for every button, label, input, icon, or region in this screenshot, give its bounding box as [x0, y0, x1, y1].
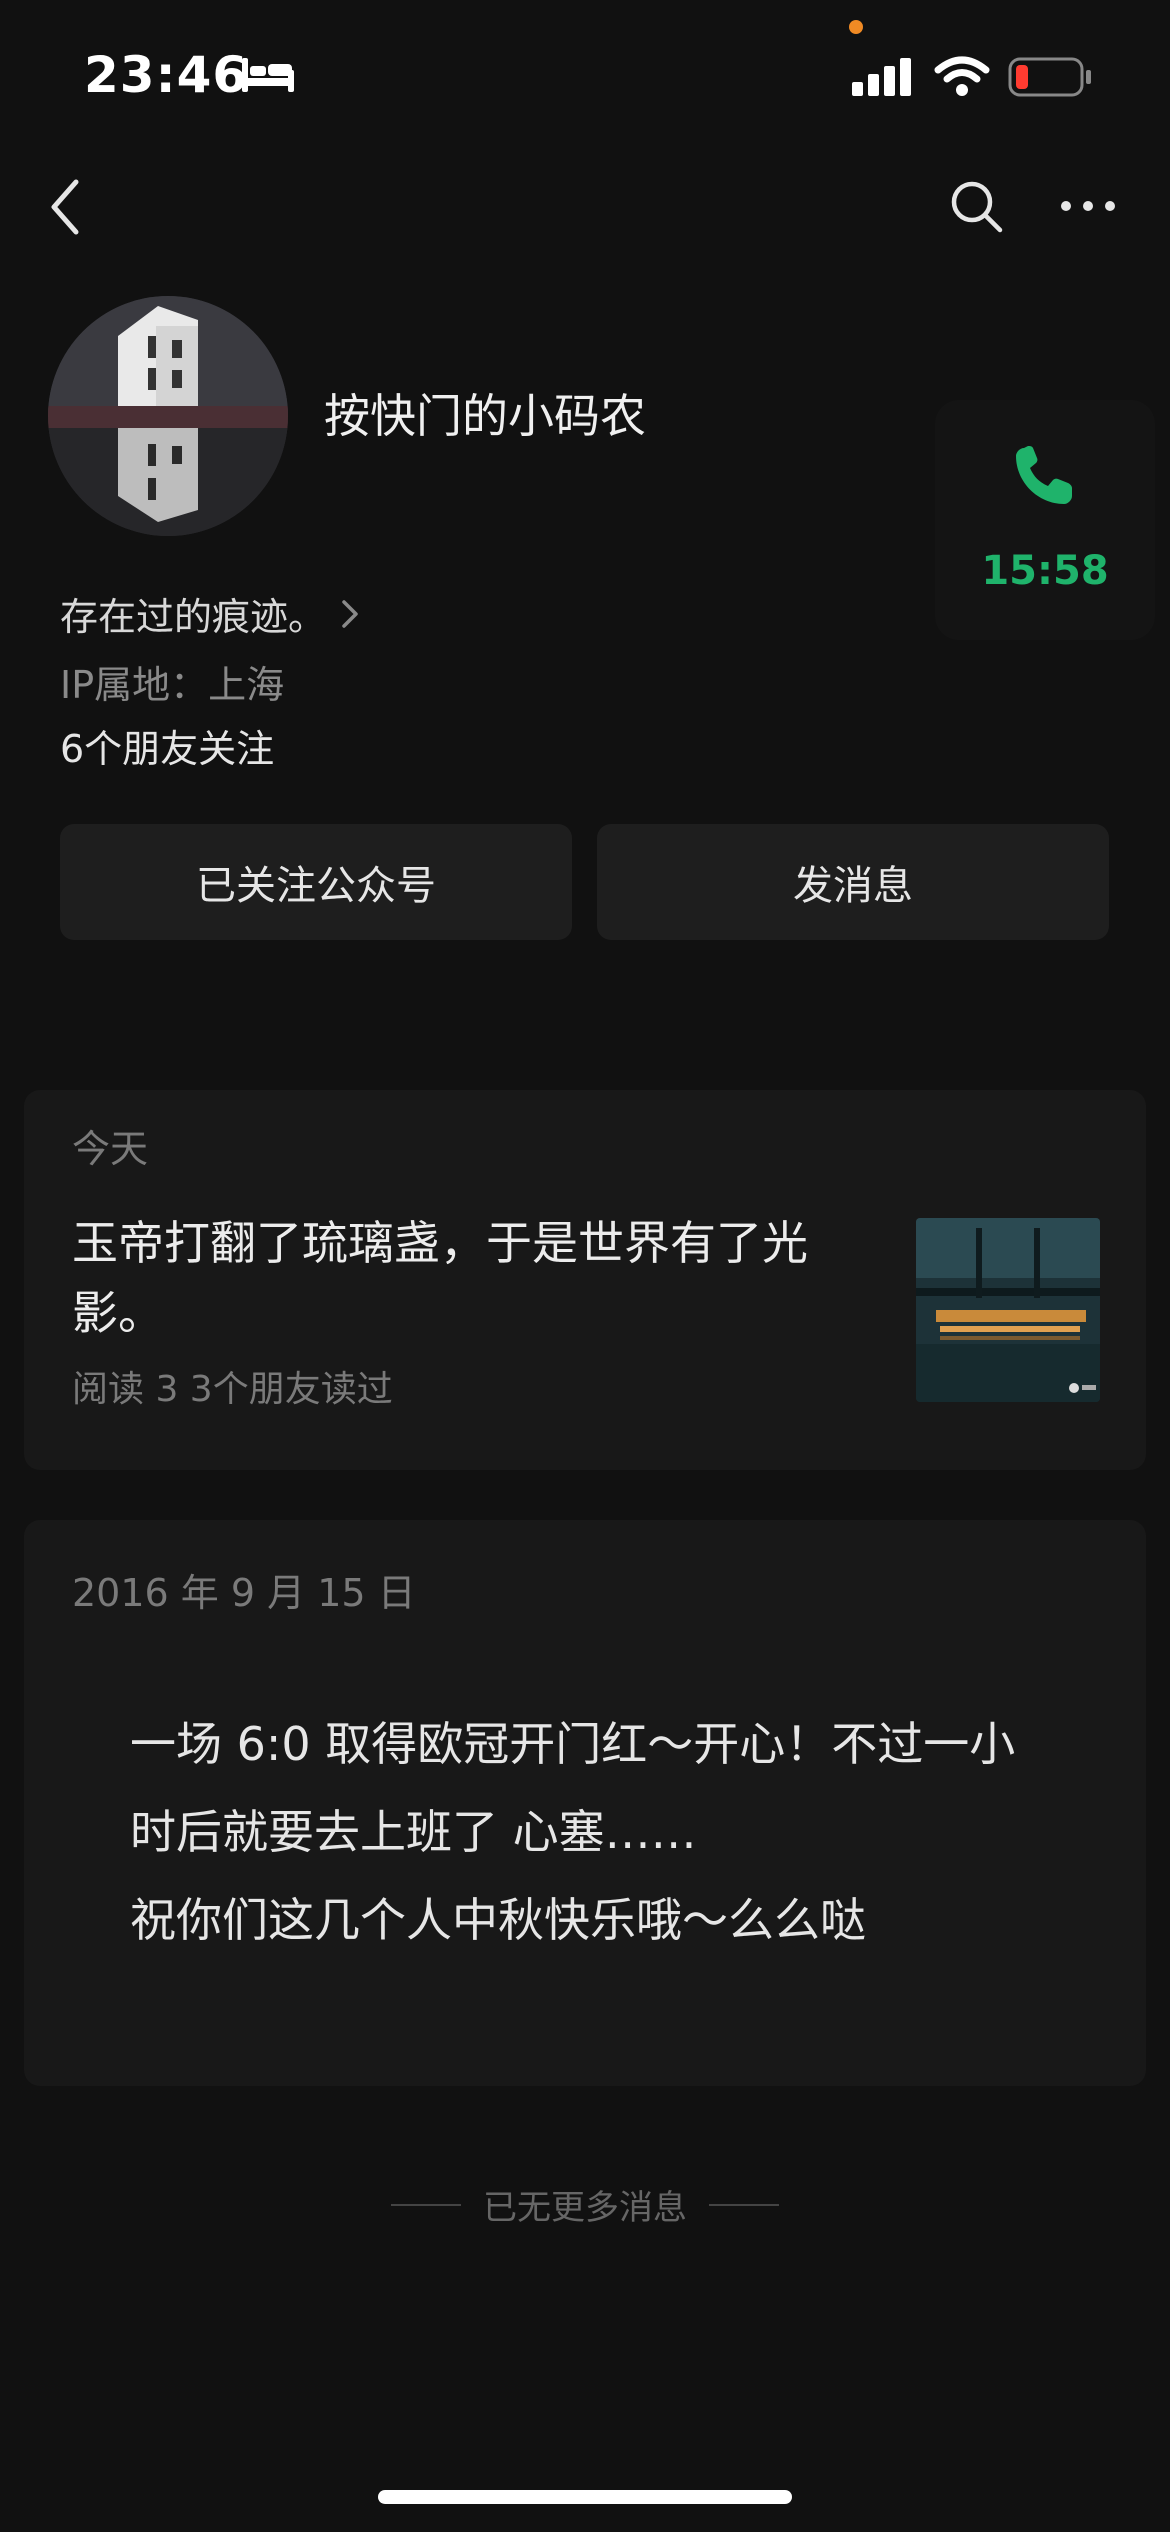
article-meta: 阅读 3 3个朋友读过 — [72, 1369, 393, 1410]
bed-icon — [242, 58, 294, 92]
more-icon[interactable] — [1056, 186, 1120, 226]
message-text: 一场 6:0 取得欧冠开门红～开心！不过一小 时后就要去上班了 心塞…… 祝你们… — [130, 1700, 1090, 1964]
message-line: 一场 6:0 取得欧冠开门红～开心！不过一小 — [130, 1717, 1016, 1771]
send-message-button[interactable]: 发消息 — [597, 824, 1109, 940]
date-label-today: 今天 — [72, 1127, 149, 1171]
message-line: 时后就要去上班了 心塞…… — [130, 1805, 697, 1859]
bio-row[interactable]: 存在过的痕迹。 — [60, 586, 364, 641]
article-thumbnail[interactable] — [916, 1218, 1100, 1402]
message-line: 祝你们这几个人中秋快乐哦～么么哒 — [130, 1893, 866, 1947]
chevron-right-icon — [342, 599, 358, 628]
followed-account-button[interactable]: 已关注公众号 — [60, 824, 572, 940]
signal-icon — [852, 58, 911, 96]
no-more-text: 已无更多消息 — [483, 2188, 687, 2228]
call-float-card[interactable] — [935, 400, 1155, 640]
account-name: 按快门的小码农 — [324, 389, 646, 443]
no-more-messages: 已无更多消息 — [0, 2180, 1170, 2229]
bio-text: 存在过的痕迹。 — [60, 595, 327, 639]
call-duration: 15:58 — [981, 548, 1109, 594]
wifi-icon — [934, 56, 990, 96]
friends-following[interactable]: 6个朋友关注 — [60, 718, 274, 773]
status-time: 23:46 — [84, 46, 249, 104]
divider-line — [709, 2203, 779, 2206]
phone-icon — [1016, 446, 1072, 504]
article-title[interactable]: 玉帝打翻了琉璃盏，于是世界有了光影。 — [72, 1208, 872, 1348]
back-icon[interactable] — [36, 172, 96, 242]
ip-location: IP属地：上海 — [60, 663, 285, 707]
avatar[interactable] — [48, 296, 288, 536]
battery-low-icon — [1008, 57, 1091, 97]
privacy-indicator-dot — [849, 20, 863, 34]
divider-line — [391, 2203, 461, 2206]
search-icon[interactable] — [946, 176, 1006, 236]
home-indicator[interactable] — [378, 2490, 792, 2504]
message-date: 2016 年 9 月 15 日 — [72, 1571, 416, 1615]
